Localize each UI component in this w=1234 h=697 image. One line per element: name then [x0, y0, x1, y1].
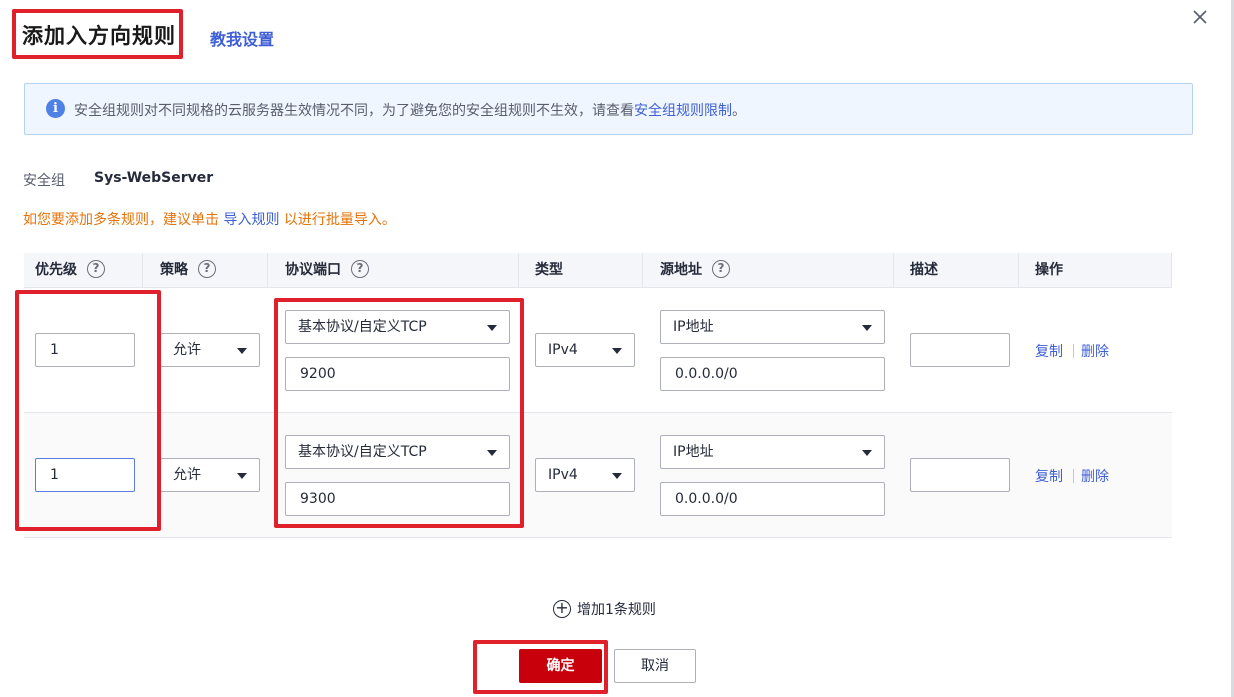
delete-link[interactable]: 删除 [1081, 466, 1109, 486]
policy-value: 允许 [173, 342, 201, 358]
source-address-input[interactable]: 0.0.0.0/0 [660, 482, 885, 516]
description-input[interactable] [910, 458, 1010, 492]
ip-type-select[interactable]: IPv4 [535, 333, 635, 367]
close-icon[interactable] [1189, 6, 1211, 28]
policy-value: 允许 [173, 467, 201, 483]
source-address-input[interactable]: 0.0.0.0/0 [660, 357, 885, 391]
chevron-down-icon [237, 348, 247, 354]
help-icon[interactable]: ? [351, 260, 369, 278]
info-text: 安全组规则对不同规格的云服务器生效情况不同，为了避免您的安全组规则不生效，请查看… [74, 100, 746, 120]
info-banner: i 安全组规则对不同规格的云服务器生效情况不同，为了避免您的安全组规则不生效，请… [24, 83, 1193, 135]
header-policy: 策略? [160, 253, 216, 288]
header-description: 描述 [910, 262, 938, 278]
policy-select[interactable]: 允许 [160, 333, 260, 367]
source-type-select[interactable]: IP地址 [660, 435, 885, 469]
ip-type-value: IPv4 [548, 342, 578, 358]
source-type-select[interactable]: IP地址 [660, 310, 885, 344]
copy-link[interactable]: 复制 [1035, 466, 1063, 486]
teach-me-link[interactable]: 教我设置 [210, 26, 274, 50]
source-type-value: IP地址 [673, 444, 714, 460]
chevron-down-icon [237, 473, 247, 479]
header-actions: 操作 [1035, 262, 1063, 278]
chevron-down-icon [862, 325, 872, 331]
highlight-protocol-port-column [274, 298, 524, 528]
table-row: 1 允许 基本协议/自定义TCP 9300 IPv4 IP地址 0.0.0.0/… [24, 413, 1172, 538]
chevron-down-icon [862, 450, 872, 456]
header-policy-label: 策略 [160, 262, 188, 278]
add-rule-button[interactable]: + 增加1条规则 [553, 599, 656, 619]
hint-suffix: 以进行批量导入。 [279, 212, 396, 228]
chevron-down-icon [612, 473, 622, 479]
info-icon: i [46, 99, 65, 118]
header-divider [893, 253, 894, 288]
security-group-label: 安全组 [23, 173, 65, 189]
copy-link[interactable]: 复制 [1035, 341, 1063, 361]
header-divider [642, 253, 643, 288]
highlight-title [12, 9, 183, 59]
cancel-button[interactable]: 取消 [614, 649, 696, 683]
source-type-value: IP地址 [673, 319, 714, 335]
header-divider [518, 253, 519, 288]
table-header: 优先级? 策略? 协议端口? 类型 源地址? 描述 操作 [24, 253, 1172, 288]
chevron-down-icon [612, 348, 622, 354]
help-icon[interactable]: ? [712, 260, 730, 278]
policy-select[interactable]: 允许 [160, 458, 260, 492]
header-priority: 优先级? [35, 253, 105, 288]
action-divider [1073, 344, 1074, 358]
header-priority-label: 优先级 [35, 262, 77, 278]
header-type: 类型 [535, 262, 563, 278]
header-protocol-port: 协议端口? [285, 253, 369, 288]
highlight-priority-column [15, 290, 161, 531]
table-row: 1 允许 基本协议/自定义TCP 9200 IPv4 IP地址 0.0.0.0/… [24, 288, 1172, 413]
ip-type-value: IPv4 [548, 467, 578, 483]
add-rule-label: 增加1条规则 [577, 602, 656, 618]
rule-limit-link[interactable]: 安全组规则限制 [634, 103, 732, 119]
delete-link[interactable]: 删除 [1081, 341, 1109, 361]
help-icon[interactable]: ? [87, 260, 105, 278]
info-text-prefix: 安全组规则对不同规格的云服务器生效情况不同，为了避免您的安全组规则不生效，请查看 [74, 103, 634, 119]
description-input[interactable] [910, 333, 1010, 367]
action-divider [1073, 469, 1074, 483]
import-hint: 如您要添加多条规则，建议单击 导入规则 以进行批量导入。 [23, 209, 396, 229]
import-rules-link[interactable]: 导入规则 [223, 212, 279, 228]
plus-circle-icon: + [553, 600, 571, 618]
security-group-value: Sys-WebServer [94, 170, 214, 186]
header-divider [267, 253, 268, 288]
help-icon[interactable]: ? [198, 260, 216, 278]
header-divider [142, 253, 143, 288]
ip-type-select[interactable]: IPv4 [535, 458, 635, 492]
header-divider [1171, 253, 1172, 288]
highlight-confirm-button [473, 640, 608, 694]
header-source-label: 源地址 [660, 262, 702, 278]
hint-prefix: 如您要添加多条规则，建议单击 [23, 212, 224, 228]
header-protocol-port-label: 协议端口 [285, 262, 341, 278]
info-text-suffix: 。 [732, 103, 746, 119]
header-source: 源地址? [660, 253, 730, 288]
header-divider [1018, 253, 1019, 288]
